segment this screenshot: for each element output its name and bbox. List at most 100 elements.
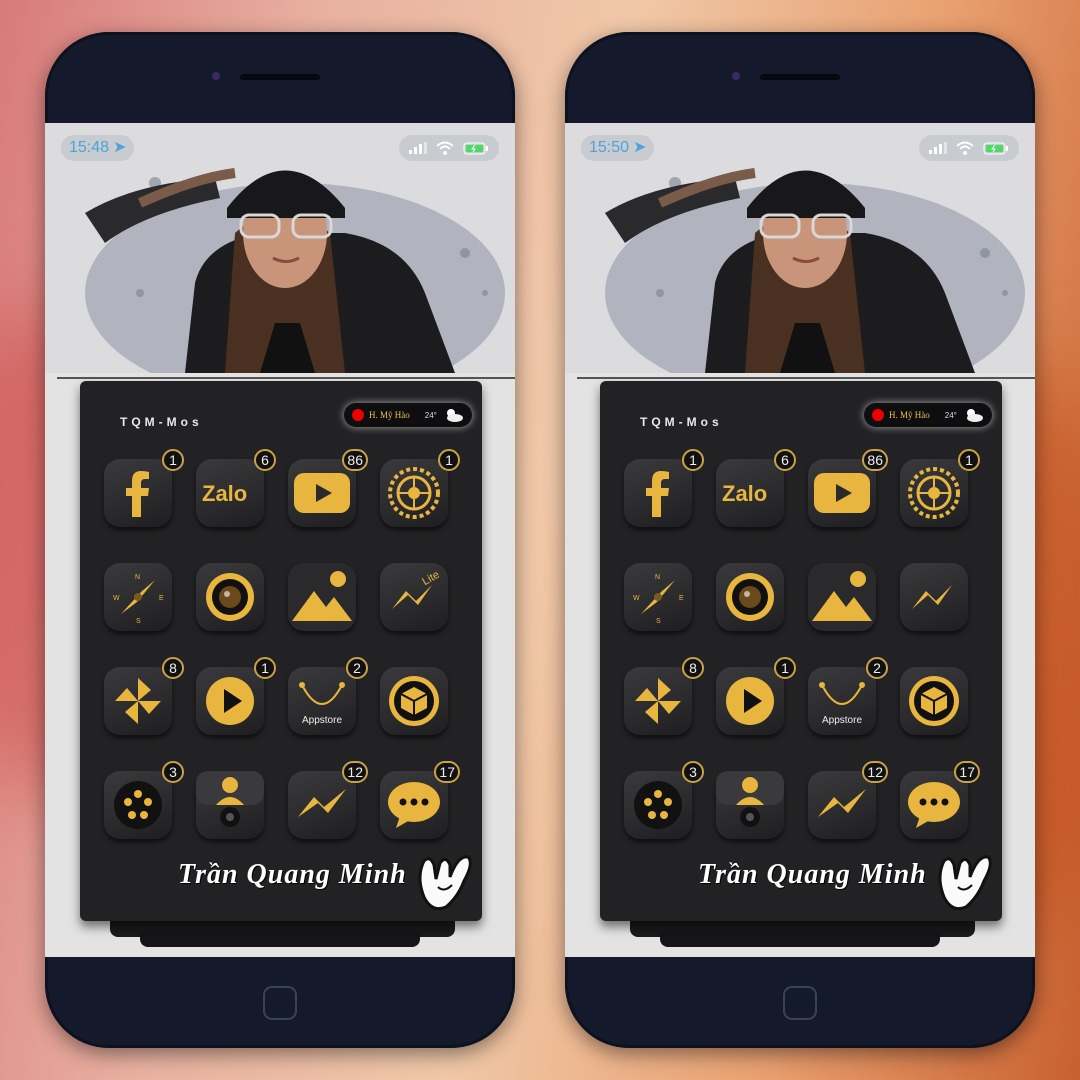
app-settings[interactable]: 1 [380, 449, 460, 527]
player-icon [203, 674, 257, 728]
notification-badge: 2 [346, 657, 368, 679]
notification-badge: 1 [162, 449, 184, 471]
camera-icon [723, 570, 777, 624]
app-messenger[interactable]: 12 [288, 761, 368, 839]
app-messages[interactable]: 17 [900, 761, 980, 839]
app-appstore[interactable]: Appstore 2 [808, 657, 888, 735]
clock-pill[interactable]: 15:48 ➤ [61, 135, 135, 161]
weather-location: H. Mỹ Hào [369, 410, 410, 420]
app-player[interactable]: 1 [716, 657, 796, 735]
app-dots[interactable]: 3 [624, 761, 704, 839]
app-settings[interactable]: 1 [900, 449, 980, 527]
clock-pill[interactable]: 15:50 ➤ [581, 135, 655, 161]
panel-shadow [140, 931, 420, 947]
status-bar: 15:48 ➤ [61, 135, 499, 161]
app-camera[interactable] [196, 563, 264, 631]
app-contacts[interactable] [716, 771, 784, 839]
record-dot-icon [352, 409, 364, 421]
divider-line [57, 377, 515, 379]
svg-text:Appstore: Appstore [822, 715, 862, 726]
app-youtube[interactable]: 86 [288, 449, 368, 527]
record-dot-icon [872, 409, 884, 421]
app-photos[interactable] [808, 563, 876, 631]
notification-badge: 1 [682, 449, 704, 471]
status-bar: 15:50 ➤ [581, 135, 1019, 161]
svg-text:E: E [679, 595, 684, 602]
home-screen: 15:50 ➤ TQM-Mos H. Mỹ Hào 24° 1 Zalo 6 8… [565, 123, 1035, 957]
app-grid: 1 Zalo 6 86 1 N W E S 8 1 Appstore 2 3 12 17 [624, 449, 980, 839]
cydia-icon [907, 674, 961, 728]
facebook-icon [638, 469, 678, 517]
notification-badge: 1 [438, 449, 460, 471]
app-facebook[interactable]: 1 [104, 449, 184, 527]
messenger-lite-icon: Lite [384, 569, 444, 625]
app-photos[interactable] [288, 563, 356, 631]
notification-badge: 8 [682, 657, 704, 679]
app-youtube[interactable]: 86 [808, 449, 888, 527]
notification-badge: 17 [434, 761, 460, 783]
app-pinwheel[interactable]: 8 [624, 657, 704, 735]
earpiece-speaker [240, 74, 320, 80]
phone-2: 15:50 ➤ TQM-Mos H. Mỹ Hào 24° 1 Zalo 6 8… [565, 32, 1035, 1048]
app-appstore[interactable]: Appstore 2 [288, 657, 368, 735]
app-messenger-lite[interactable] [900, 563, 968, 631]
compass-icon: N W E S [111, 570, 165, 624]
settings-icon [907, 466, 961, 520]
app-cydia[interactable] [900, 667, 968, 735]
pinwheel-icon [111, 674, 165, 728]
photos-icon [288, 563, 356, 631]
app-player[interactable]: 1 [196, 657, 276, 735]
app-messenger[interactable]: 12 [808, 761, 888, 839]
app-dots[interactable]: 3 [104, 761, 184, 839]
clock: 15:50 [589, 139, 630, 156]
signature-text: Trần Quang Minh [698, 859, 927, 890]
weather-widget[interactable]: H. Mỹ Hào 24° [344, 403, 472, 427]
theme-brand: TQM-Mos [120, 415, 203, 429]
notification-badge: 6 [254, 449, 276, 471]
wifi-icon [956, 141, 974, 155]
messages-icon [386, 780, 442, 830]
notification-badge: 3 [162, 761, 184, 783]
weather-widget[interactable]: H. Mỹ Hào 24° [864, 403, 992, 427]
notification-badge: 3 [682, 761, 704, 783]
status-icons [919, 135, 1019, 161]
cydia-icon [387, 674, 441, 728]
home-button[interactable] [783, 986, 817, 1020]
app-camera[interactable] [716, 563, 784, 631]
zalo-icon: Zalo [200, 479, 260, 507]
notification-badge: 1 [958, 449, 980, 471]
home-screen: 15:48 ➤ TQM-Mos H. Mỹ Hào 24° 1 Zalo 6 8… [45, 123, 515, 957]
app-messenger-lite[interactable]: Lite [380, 563, 448, 631]
svg-text:W: W [633, 595, 640, 602]
notification-badge: 2 [866, 657, 888, 679]
icon-panel: TQM-Mos H. Mỹ Hào 24° 1 Zalo 6 86 1 N W E S 8 1 App… [600, 381, 1002, 921]
app-contacts[interactable] [196, 771, 264, 839]
app-messages[interactable]: 17 [380, 761, 460, 839]
signature-text: Trần Quang Minh [178, 859, 407, 890]
contacts-icon [716, 771, 784, 839]
location-arrow-icon: ➤ [113, 139, 127, 156]
battery-charging-icon [463, 142, 488, 154]
app-compass[interactable]: N W E S [104, 563, 172, 631]
notification-badge: 12 [342, 761, 368, 783]
weather-temperature: 24° [944, 410, 957, 420]
app-zalo[interactable]: Zalo 6 [716, 449, 796, 527]
shaka-hand-icon [938, 855, 992, 911]
notification-badge: 1 [774, 657, 796, 679]
clock: 15:48 [69, 139, 110, 156]
app-compass[interactable]: N W E S [624, 563, 692, 631]
svg-text:S: S [656, 618, 661, 624]
app-cydia[interactable] [380, 667, 448, 735]
app-grid: 1 Zalo 6 86 1 N W E S Lite 8 1 Appstore 2 3 12 17 [104, 449, 460, 839]
app-zalo[interactable]: Zalo 6 [196, 449, 276, 527]
panel-shadow [660, 931, 940, 947]
app-facebook[interactable]: 1 [624, 449, 704, 527]
theme-brand: TQM-Mos [640, 415, 723, 429]
svg-text:W: W [113, 595, 120, 602]
appstore-icon: Appstore [812, 673, 872, 729]
wifi-icon [436, 141, 454, 155]
notification-badge: 8 [162, 657, 184, 679]
app-pinwheel[interactable]: 8 [104, 657, 184, 735]
notification-badge: 17 [954, 761, 980, 783]
home-button[interactable] [263, 986, 297, 1020]
